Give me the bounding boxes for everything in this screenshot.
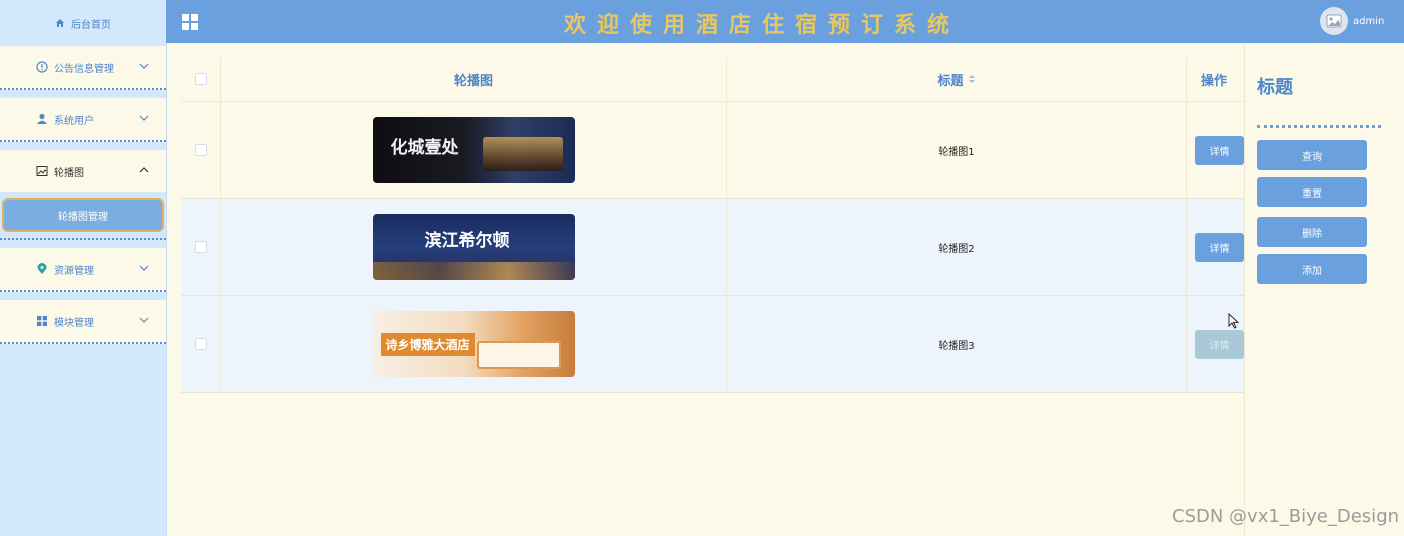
menu-toggle-icon[interactable] xyxy=(182,14,198,30)
chevron-down-icon xyxy=(139,265,149,271)
site-title: 欢迎使用酒店住宿预订系统 xyxy=(564,13,961,38)
reset-button[interactable]: 重置 xyxy=(1257,177,1367,207)
sidebar-subitem-label: 轮播图管理 xyxy=(58,211,108,223)
detail-button[interactable]: 详情 xyxy=(1195,232,1244,262)
image-icon xyxy=(36,165,48,177)
sidebar-item-users[interactable]: 系统用户 xyxy=(0,98,166,142)
username[interactable]: admin xyxy=(1353,16,1384,27)
row-title: 轮播图1 xyxy=(727,102,1187,198)
sidebar-item-notice[interactable]: 公告信息管理 xyxy=(0,46,166,90)
user-icon xyxy=(36,113,48,125)
sidebar-item-label: 轮播图 xyxy=(54,167,84,179)
row-checkbox[interactable] xyxy=(194,241,207,253)
chevron-down-icon xyxy=(139,115,149,121)
column-header-title-label: 标题 xyxy=(937,73,964,89)
row-checkbox[interactable] xyxy=(194,144,207,156)
column-header-image: 轮播图 xyxy=(221,57,727,101)
carousel-table: 轮播图 标题 操作 化城壹处 轮播图1 详情 滨江希尔顿 轮播图2 详情 诗乡博… xyxy=(181,57,1244,393)
chevron-down-icon xyxy=(139,317,149,323)
panel-title: 标题 xyxy=(1257,77,1293,98)
carousel-banner-image: 诗乡博雅大酒店 xyxy=(372,311,575,377)
search-panel: 标题 查询 重置 删除 添加 xyxy=(1244,43,1404,536)
carousel-banner-image: 化城壹处 xyxy=(372,117,575,183)
detail-button[interactable]: 详情 xyxy=(1195,135,1244,165)
sidebar: 后台首页 公告信息管理 系统用户 轮播图 轮播图管理 资源管理 模块管理 xyxy=(0,0,167,536)
table-row: 诗乡博雅大酒店 轮播图3 详情 xyxy=(181,296,1244,393)
sidebar-item-resources[interactable]: 资源管理 xyxy=(0,248,166,292)
sidebar-item-carousel[interactable]: 轮播图 xyxy=(0,150,166,192)
image-placeholder-icon xyxy=(1326,14,1342,28)
table-row: 化城壹处 轮播图1 详情 xyxy=(181,102,1244,199)
detail-button[interactable]: 详情 xyxy=(1195,329,1244,359)
sidebar-item-label: 系统用户 xyxy=(54,115,94,127)
sidebar-item-label: 模块管理 xyxy=(54,317,94,329)
sort-icon[interactable] xyxy=(968,74,976,84)
home-icon xyxy=(56,19,64,27)
row-title: 轮播图3 xyxy=(727,296,1187,392)
location-pin-icon xyxy=(36,263,48,275)
chevron-up-icon xyxy=(139,167,149,173)
sidebar-subitem-carousel-manage[interactable]: 轮播图管理 xyxy=(2,198,164,232)
sidebar-home[interactable]: 后台首页 xyxy=(0,0,166,46)
column-header-title[interactable]: 标题 xyxy=(727,57,1187,101)
watermark: CSDN @vx1_Biye_Design xyxy=(1172,506,1400,527)
grid-icon xyxy=(36,315,48,327)
chevron-down-icon xyxy=(139,63,149,69)
sidebar-item-modules[interactable]: 模块管理 xyxy=(0,300,166,344)
avatar[interactable] xyxy=(1320,7,1348,35)
row-checkbox[interactable] xyxy=(194,338,207,350)
row-title: 轮播图2 xyxy=(727,199,1187,295)
info-circle-icon xyxy=(36,61,48,73)
sidebar-item-label: 公告信息管理 xyxy=(54,63,114,75)
add-button[interactable]: 添加 xyxy=(1257,254,1367,284)
mouse-cursor-icon xyxy=(1228,313,1240,329)
column-header-op: 操作 xyxy=(1201,73,1228,89)
divider xyxy=(1257,125,1381,128)
sidebar-home-label: 后台首页 xyxy=(71,19,111,31)
table-row: 滨江希尔顿 轮播图2 详情 xyxy=(181,199,1244,296)
select-all-checkbox[interactable] xyxy=(194,73,207,85)
delete-button[interactable]: 删除 xyxy=(1257,217,1367,247)
carousel-banner-image: 滨江希尔顿 xyxy=(372,214,575,280)
top-header: 欢迎使用酒店住宿预订系统 admin xyxy=(166,0,1404,43)
table-header: 轮播图 标题 操作 xyxy=(181,57,1244,102)
query-button[interactable]: 查询 xyxy=(1257,140,1367,170)
sidebar-item-label: 资源管理 xyxy=(54,265,94,277)
